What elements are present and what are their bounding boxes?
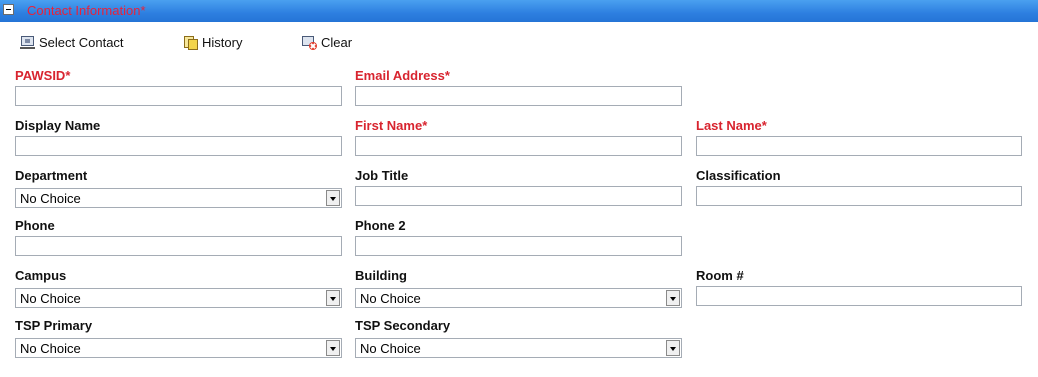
tsp-primary-label: TSP Primary xyxy=(15,318,93,333)
department-select[interactable]: No Choice xyxy=(15,188,342,208)
room-label: Room # xyxy=(696,268,744,283)
phone-label: Phone xyxy=(15,218,55,233)
email-field[interactable] xyxy=(355,86,682,106)
history-icon xyxy=(183,35,198,50)
chevron-down-icon[interactable] xyxy=(326,190,340,206)
room-field[interactable] xyxy=(696,286,1022,306)
select-contact-button[interactable]: Select Contact xyxy=(20,33,124,51)
first-name-label: First Name* xyxy=(355,118,428,133)
clear-icon xyxy=(302,35,317,50)
display-name-label: Display Name xyxy=(15,118,101,133)
classification-label: Classification xyxy=(696,168,781,183)
job-title-label: Job Title xyxy=(355,168,409,183)
clear-label: Clear xyxy=(321,34,353,50)
display-name-field[interactable] xyxy=(15,136,342,156)
section-title: Contact Information* xyxy=(27,3,146,18)
pawsid-field[interactable] xyxy=(15,86,342,106)
tsp-secondary-select[interactable]: No Choice xyxy=(355,338,682,358)
last-name-label: Last Name* xyxy=(696,118,767,133)
phone-field[interactable] xyxy=(15,236,342,256)
email-label: Email Address* xyxy=(355,68,450,83)
building-select[interactable]: No Choice xyxy=(355,288,682,308)
section-header: Contact Information* xyxy=(0,0,1038,22)
clear-button[interactable]: Clear xyxy=(302,33,352,51)
tsp-secondary-label: TSP Secondary xyxy=(355,318,451,333)
phone2-label: Phone 2 xyxy=(355,218,406,233)
select-contact-icon xyxy=(20,35,35,50)
department-value: No Choice xyxy=(20,191,81,206)
chevron-down-icon[interactable] xyxy=(326,340,340,356)
campus-select[interactable]: No Choice xyxy=(15,288,342,308)
campus-value: No Choice xyxy=(20,291,81,306)
building-label: Building xyxy=(355,268,407,283)
chevron-down-icon[interactable] xyxy=(666,290,680,306)
tsp-primary-value: No Choice xyxy=(20,341,81,356)
department-label: Department xyxy=(15,168,88,183)
last-name-field[interactable] xyxy=(696,136,1022,156)
job-title-field[interactable] xyxy=(355,186,682,206)
campus-label: Campus xyxy=(15,268,67,283)
first-name-field[interactable] xyxy=(355,136,682,156)
tsp-primary-select[interactable]: No Choice xyxy=(15,338,342,358)
chevron-down-icon[interactable] xyxy=(666,340,680,356)
tsp-secondary-value: No Choice xyxy=(360,341,421,356)
chevron-down-icon[interactable] xyxy=(326,290,340,306)
collapse-icon[interactable] xyxy=(3,4,14,15)
history-button[interactable]: History xyxy=(183,33,242,51)
classification-field[interactable] xyxy=(696,186,1022,206)
building-value: No Choice xyxy=(360,291,421,306)
select-contact-label: Select Contact xyxy=(39,34,124,50)
phone2-field[interactable] xyxy=(355,236,682,256)
history-label: History xyxy=(202,34,243,50)
pawsid-label: PAWSID* xyxy=(15,68,71,83)
